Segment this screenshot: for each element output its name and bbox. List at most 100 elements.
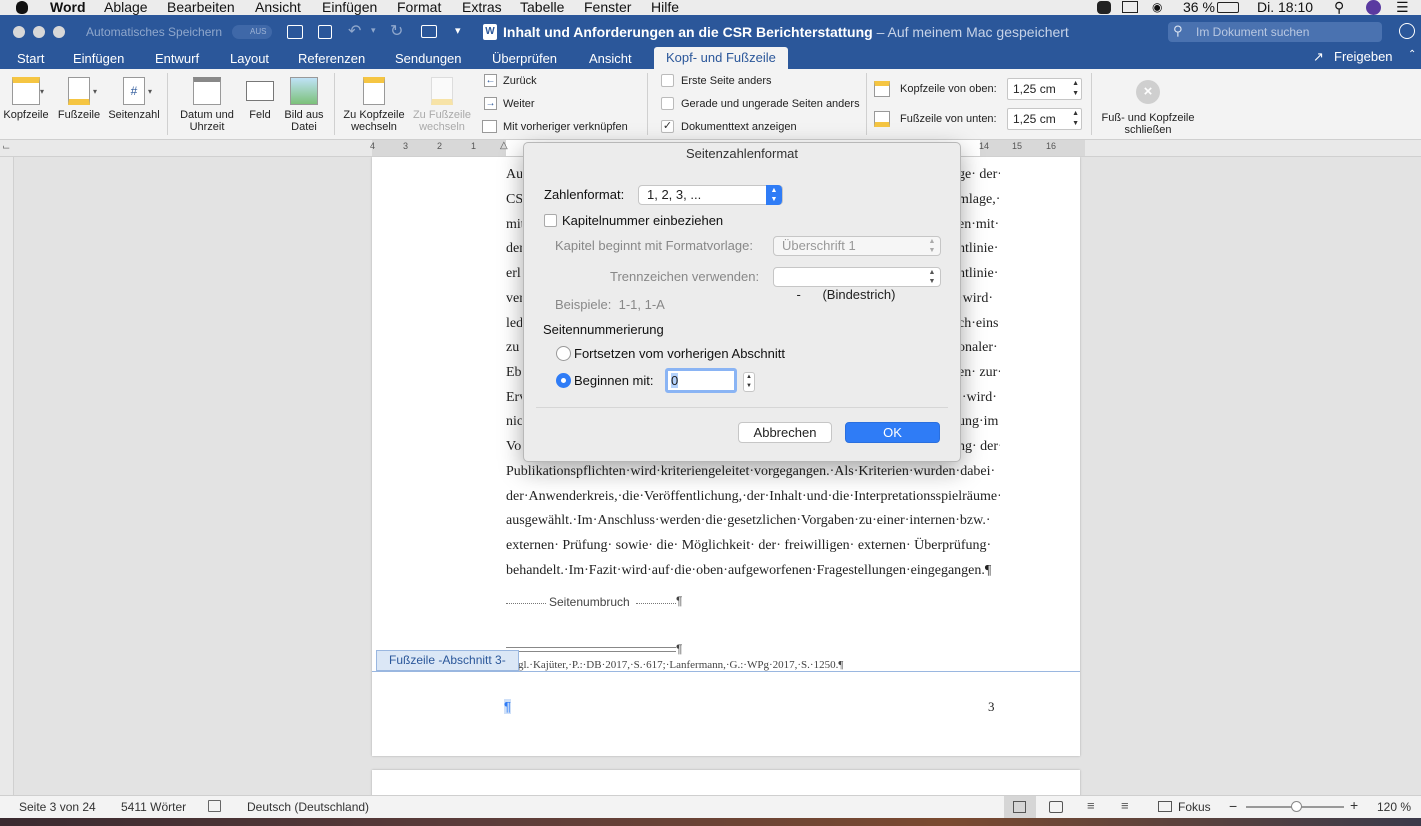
zurueck-button[interactable]: Zurück [503, 74, 537, 88]
kopfzeile-von-oben-input[interactable]: 1,25 cm ▲ ▼ [1007, 78, 1082, 100]
menu-extras[interactable]: Extras [462, 0, 502, 15]
gerade-ungerade-checkbox[interactable] [661, 97, 674, 110]
share-icon[interactable]: ↗ [1313, 49, 1324, 65]
kopf-fusszeile-schliessen-button[interactable]: × Fuß- und Kopfzeile schließen [1098, 80, 1198, 136]
menu-ansicht[interactable]: Ansicht [255, 0, 301, 15]
kopfzeile-dropdown-icon[interactable]: ▾ [40, 87, 44, 96]
skype-icon[interactable] [1097, 1, 1111, 14]
sidebar-icon[interactable] [287, 25, 303, 39]
ok-button[interactable]: OK [845, 422, 940, 443]
menu-bearbeiten[interactable]: Bearbeiten [167, 0, 235, 15]
zoom-slider-thumb[interactable] [1291, 801, 1302, 812]
bild-aus-datei-button[interactable]: Bild aus Datei [282, 77, 326, 133]
outline-icon[interactable]: ≡ [1087, 798, 1095, 813]
kopfzeile-button[interactable]: Kopfzeile [2, 77, 50, 121]
zoom-window-icon[interactable] [53, 26, 65, 38]
autosave-toggle[interactable]: AUS [232, 25, 272, 39]
airplay-icon[interactable] [1122, 1, 1138, 13]
save-icon[interactable] [318, 25, 332, 39]
stepper-icon[interactable]: ▲ ▼ [1072, 109, 1079, 129]
page-break-line-right [636, 603, 676, 604]
datum-uhrzeit-button[interactable]: Datum und Uhrzeit [176, 77, 238, 133]
next-document-page[interactable] [372, 770, 1080, 795]
kapitelnummer-checkbox[interactable] [544, 214, 557, 227]
tab-ansicht[interactable]: Ansicht [577, 49, 644, 69]
web-layout-icon[interactable] [1049, 801, 1063, 813]
print-icon[interactable] [421, 25, 437, 38]
menu-hilfe[interactable]: Hilfe [651, 0, 679, 15]
datum-label-1: Datum und [180, 109, 234, 121]
zu-kopfzeile-wechseln-button[interactable]: Zu Kopfzeile wechseln [340, 77, 408, 133]
stepper-icon[interactable]: ▲ ▼ [1072, 79, 1079, 99]
tab-sendungen[interactable]: Sendungen [383, 49, 474, 69]
fusszeile-dropdown-icon[interactable]: ▾ [93, 87, 97, 96]
footer-section-tag[interactable]: Fußzeile -Abschnitt 3- [376, 650, 519, 671]
feld-button[interactable]: Feld [242, 77, 278, 121]
siri-icon[interactable] [1366, 0, 1381, 15]
fortsetzen-radio[interactable] [556, 346, 571, 361]
document-search-field[interactable]: ⚲ Im Dokument suchen [1168, 22, 1382, 42]
clock[interactable]: Di. 18:10 [1257, 0, 1313, 15]
zu-fusszeile-wechseln-button[interactable]: Zu Fußzeile wechseln [408, 77, 476, 133]
vertical-ruler[interactable] [0, 157, 14, 795]
print-layout-icon[interactable] [1013, 801, 1026, 813]
minimize-window-icon[interactable] [33, 26, 45, 38]
tab-kopf-und-fusszeile[interactable]: Kopf- und Fußzeile [654, 47, 788, 69]
customize-toolbar-icon[interactable]: ▾ [455, 24, 461, 37]
footer-cursor[interactable]: ¶ [504, 699, 511, 714]
seitenzahl-button[interactable]: # Seitenzahl [106, 77, 162, 121]
mit-vorheriger-verknuepfen-button[interactable]: Mit vorheriger verknüpfen [503, 120, 628, 134]
weiter-button[interactable]: Weiter [503, 97, 535, 111]
zoom-in-icon[interactable]: + [1350, 797, 1358, 813]
tab-start[interactable]: Start [5, 49, 56, 69]
wifi-icon[interactable]: ◉ [1152, 0, 1162, 15]
dokumenttext-checkbox[interactable]: ✓ [661, 120, 674, 133]
beginnen-mit-input[interactable]: 0 [665, 368, 737, 393]
page-indicator[interactable]: Seite 3 von 24 [19, 800, 96, 814]
indent-marker-icon[interactable]: △ [500, 140, 508, 151]
seitenzahl-dropdown-icon[interactable]: ▾ [148, 87, 152, 96]
focus-icon[interactable] [1158, 801, 1172, 812]
word-count[interactable]: 5411 Wörter [121, 800, 186, 814]
tab-entwurf[interactable]: Entwurf [143, 49, 211, 69]
tab-einfuegen[interactable]: Einfügen [61, 49, 136, 69]
menu-einfuegen[interactable]: Einfügen [322, 0, 377, 15]
language-indicator[interactable]: Deutsch (Deutschland) [247, 800, 369, 814]
menu-app-word[interactable]: Word [50, 0, 86, 15]
select-arrows-icon: ▲ ▼ [766, 185, 782, 205]
smiley-feedback-icon[interactable] [1399, 23, 1415, 39]
next-icon: → [484, 97, 497, 110]
tab-layout[interactable]: Layout [218, 49, 281, 69]
battery-icon[interactable] [1217, 2, 1239, 13]
share-button[interactable]: Freigeben [1334, 49, 1393, 64]
cancel-button[interactable]: Abbrechen [738, 422, 832, 443]
notification-center-icon[interactable]: ☰ [1396, 0, 1409, 15]
ribbon-collapse-icon[interactable]: ⌃ [1408, 49, 1416, 60]
menu-ablage[interactable]: Ablage [104, 0, 148, 15]
draft-icon[interactable]: ≡ [1121, 798, 1129, 813]
redo-icon[interactable]: ↻ [390, 21, 403, 41]
trennzeichen-select[interactable]: - (Bindestrich) ▲ ▼ [773, 267, 941, 302]
undo-dropdown-icon[interactable]: ▾ [371, 25, 376, 36]
spotlight-icon[interactable]: ⚲ [1334, 0, 1344, 15]
fusszeile-von-unten-input[interactable]: 1,25 cm ▲ ▼ [1007, 108, 1082, 130]
zoom-level[interactable]: 120 % [1377, 800, 1411, 814]
proofing-icon[interactable] [208, 800, 221, 812]
menu-fenster[interactable]: Fenster [584, 0, 631, 15]
paragraph-line: externen· Prüfung· sowie· die· Möglichke… [506, 538, 992, 553]
undo-icon[interactable]: ↶ [348, 21, 361, 41]
zoom-out-icon[interactable]: − [1229, 798, 1237, 814]
menu-format[interactable]: Format [397, 0, 441, 15]
focus-mode-button[interactable]: Fokus [1178, 800, 1211, 814]
tab-stop-icon[interactable]: ⌙ [2, 142, 10, 153]
kapitel-formatvorlage-select[interactable]: Überschrift 1 ▲ ▼ [773, 236, 941, 256]
zahlenformat-select[interactable]: 1, 2, 3, ... ▲ ▼ [638, 185, 783, 205]
menu-tabelle[interactable]: Tabelle [520, 0, 564, 15]
close-window-icon[interactable] [13, 26, 25, 38]
tab-ueberpruefen[interactable]: Überprüfen [480, 49, 569, 69]
erste-seite-checkbox[interactable] [661, 74, 674, 87]
fusszeile-button[interactable]: Fußzeile [56, 77, 102, 121]
tab-referenzen[interactable]: Referenzen [286, 49, 377, 69]
beginnen-radio[interactable] [556, 373, 571, 388]
beginnen-stepper-icon[interactable]: ▲ ▼ [743, 372, 755, 392]
